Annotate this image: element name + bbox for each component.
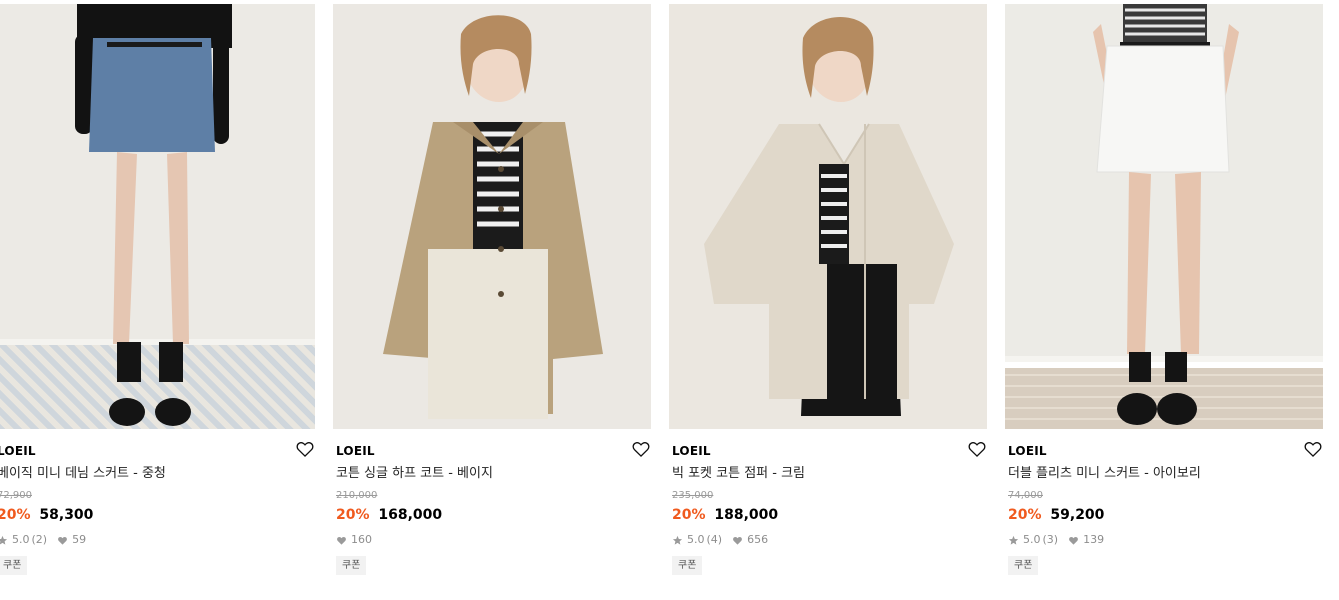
review-meta: 160 (336, 532, 651, 548)
review-count: (2) (31, 533, 48, 546)
heart-outline-icon[interactable] (1303, 439, 1323, 459)
original-price: 72,900 (0, 490, 32, 501)
sale-price: 58,300 (39, 507, 94, 523)
price-row: 20% 168,000 (336, 505, 651, 525)
product-card[interactable]: LOEIL 빅 포켓 코튼 점퍼 - 크림 235,000 20% 188,00… (669, 4, 987, 575)
product-name[interactable]: 더블 플리츠 미니 스커트 - 아이보리 (1008, 465, 1323, 483)
sale-price: 59,200 (1050, 507, 1105, 523)
review-meta: 5.0 (2) 59 (0, 532, 315, 548)
like-count: 59 (72, 533, 87, 546)
price-row: 20% 59,200 (1008, 505, 1323, 525)
price-row: 20% 188,000 (672, 505, 987, 525)
review-count: (4) (706, 533, 723, 546)
product-grid: LOEIL 베이직 미니 데님 스커트 - 중청 72,900 20% 58,3… (0, 4, 1323, 575)
product-image[interactable] (333, 4, 651, 429)
product-card[interactable]: LOEIL 더블 플리츠 미니 스커트 - 아이보리 74,000 20% 59… (1005, 4, 1323, 575)
brand-name[interactable]: LOEIL (0, 443, 315, 459)
sale-price: 168,000 (378, 507, 443, 523)
coupon-badge: 쿠폰 (1008, 556, 1039, 575)
product-card[interactable]: LOEIL 코튼 싱글 하프 코트 - 베이지 210,000 20% 168,… (333, 4, 651, 575)
model-figure (1093, 4, 1239, 425)
heart-outline-icon[interactable] (295, 439, 315, 459)
discount-rate: 20% (0, 507, 31, 523)
product-name[interactable]: 코튼 싱글 하프 코트 - 베이지 (336, 465, 651, 483)
heart-filled-icon (58, 536, 67, 545)
like-count: 139 (1083, 533, 1105, 546)
star-icon (0, 535, 8, 545)
star-icon (1008, 535, 1019, 545)
review-count: (3) (1042, 533, 1059, 546)
product-card[interactable]: LOEIL 베이직 미니 데님 스커트 - 중청 72,900 20% 58,3… (0, 4, 315, 575)
product-name[interactable]: 베이직 미니 데님 스커트 - 중청 (0, 465, 315, 483)
rating: 5.0 (1023, 533, 1041, 546)
heart-filled-icon (1069, 536, 1078, 545)
heart-filled-icon (733, 536, 742, 545)
original-price: 235,000 (672, 490, 714, 501)
model-figure (704, 17, 954, 416)
product-name[interactable]: 빅 포켓 코튼 점퍼 - 크림 (672, 465, 987, 483)
star-icon (672, 535, 683, 545)
like-count: 160 (351, 533, 372, 546)
discount-rate: 20% (336, 507, 370, 523)
heart-outline-icon[interactable] (631, 439, 651, 459)
heart-filled-icon (337, 536, 346, 545)
rating: 5.0 (687, 533, 705, 546)
brand-name[interactable]: LOEIL (1008, 443, 1323, 459)
original-price: 74,000 (1008, 490, 1043, 501)
rating: 5.0 (12, 533, 30, 546)
like-count: 656 (747, 533, 769, 546)
heart-outline-icon[interactable] (967, 439, 987, 459)
coupon-badge: 쿠폰 (0, 556, 28, 575)
price-row: 20% 58,300 (0, 505, 315, 525)
discount-rate: 20% (672, 507, 706, 523)
review-meta: 5.0 (4) 656 (672, 532, 987, 548)
coupon-badge: 쿠폰 (672, 556, 703, 575)
model-figure (383, 15, 603, 419)
sale-price: 188,000 (714, 507, 779, 523)
discount-rate: 20% (1008, 507, 1042, 523)
brand-name[interactable]: LOEIL (672, 443, 987, 459)
coupon-badge: 쿠폰 (336, 556, 367, 575)
review-meta: 5.0 (3) 139 (1008, 532, 1323, 548)
original-price: 210,000 (336, 490, 378, 501)
product-image[interactable] (669, 4, 987, 429)
brand-name[interactable]: LOEIL (336, 443, 651, 459)
product-image[interactable] (1005, 4, 1323, 429)
model-figure (75, 4, 232, 426)
product-image[interactable] (0, 4, 315, 429)
